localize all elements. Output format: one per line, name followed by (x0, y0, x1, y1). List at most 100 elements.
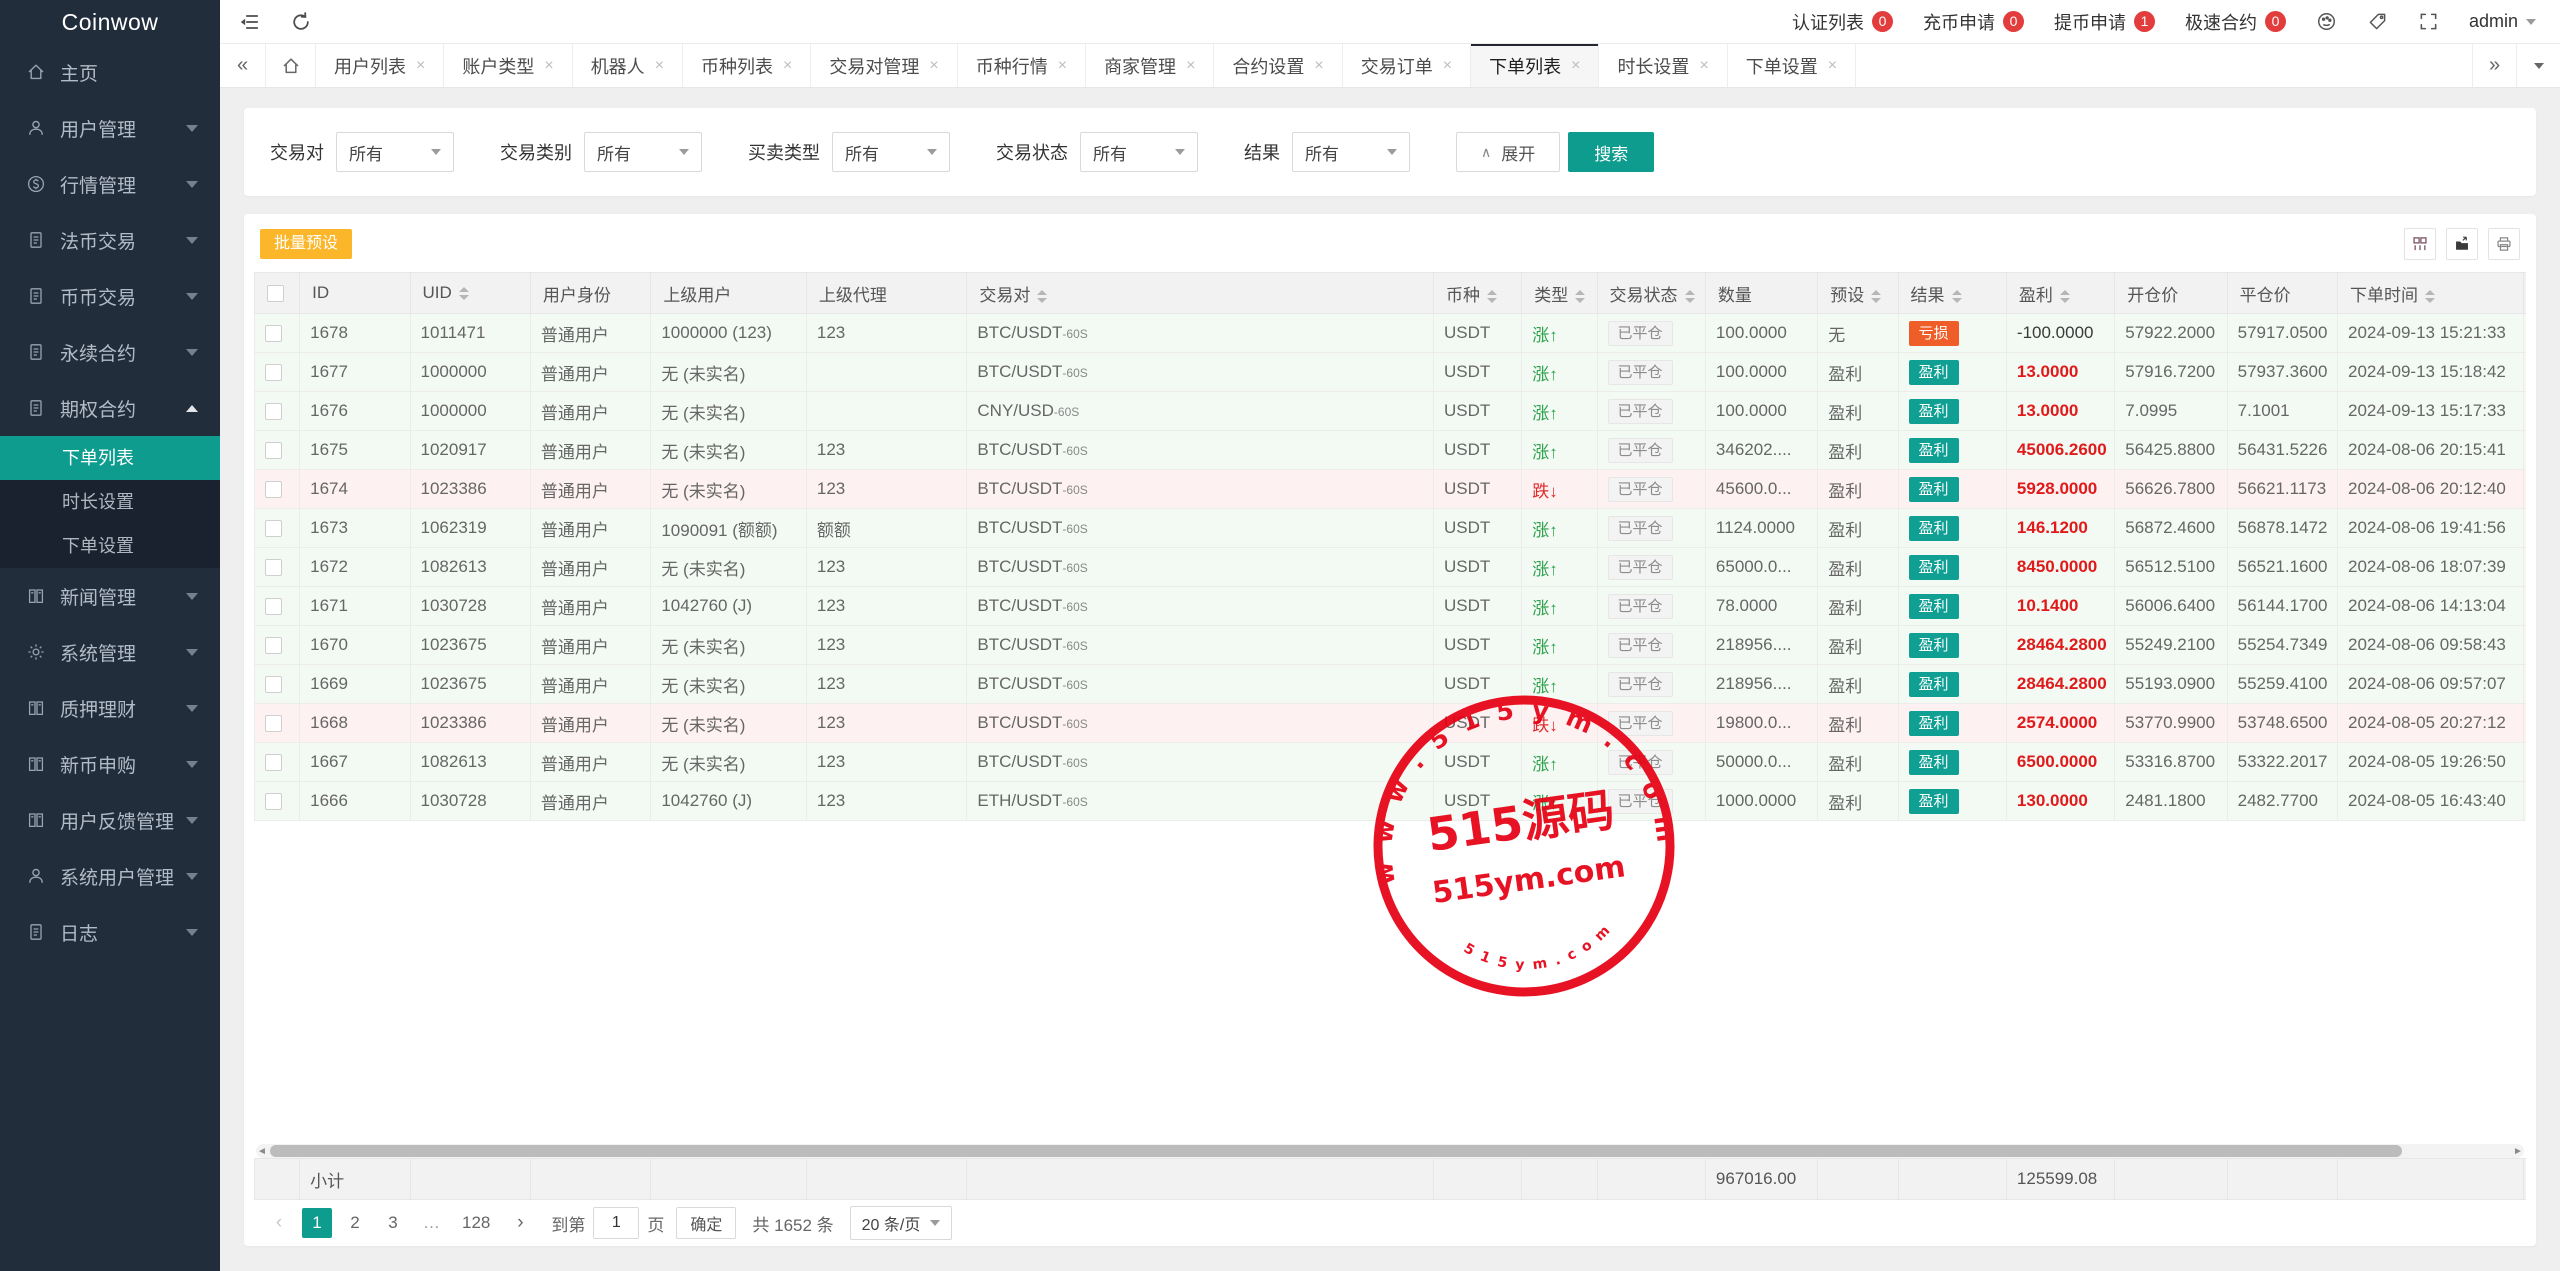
column-header-profit[interactable]: 盈利 (2006, 273, 2114, 314)
pagination-page-2[interactable]: 2 (340, 1208, 370, 1238)
sidebar-item-market-mgmt[interactable]: 行情管理 (0, 156, 220, 212)
row-checkbox[interactable] (265, 559, 282, 576)
sidebar-item-options[interactable]: 期权合约 (0, 380, 220, 436)
sidebar-item-sys-user-mgmt[interactable]: 系统用户管理 (0, 848, 220, 904)
quicklink-deposit-requests[interactable]: 充币申请0 (1923, 9, 2024, 35)
sort-icon[interactable] (2060, 290, 2070, 303)
tabs-scroll-left-icon[interactable]: « (220, 44, 266, 87)
export-button[interactable] (2446, 228, 2478, 260)
scroll-right-arrow-icon[interactable]: ► (2512, 1144, 2524, 1158)
sidebar-subitem-order-setting[interactable]: 下单设置 (0, 524, 220, 568)
sidebar-item-news-mgmt[interactable]: 新闻管理 (0, 568, 220, 624)
tab-商家管理[interactable]: 商家管理× (1086, 44, 1214, 87)
tab-close-icon[interactable]: × (1186, 57, 1195, 75)
row-checkbox[interactable] (265, 364, 282, 381)
tab-close-icon[interactable]: × (929, 57, 938, 75)
pagination-page-3[interactable]: 3 (378, 1208, 408, 1238)
goto-confirm-button[interactable]: 确定 (676, 1207, 736, 1239)
horizontal-scrollbar-thumb[interactable] (270, 1145, 2402, 1157)
tab-close-icon[interactable]: × (1314, 57, 1323, 75)
row-checkbox[interactable] (265, 481, 282, 498)
theme-palette-icon[interactable] (2316, 11, 2337, 32)
expand-filters-button[interactable]: ∧展开 (1456, 132, 1560, 172)
horizontal-scrollbar[interactable]: ◄ ► (256, 1144, 2524, 1158)
tab-close-icon[interactable]: × (1058, 57, 1067, 75)
quicklink-withdraw-requests[interactable]: 提币申请1 (2054, 9, 2155, 35)
sidebar-subitem-duration-setting[interactable]: 时长设置 (0, 480, 220, 524)
row-checkbox[interactable] (265, 442, 282, 459)
filter-select-pair[interactable]: 所有 (336, 132, 454, 172)
print-button[interactable] (2488, 228, 2520, 260)
row-checkbox[interactable] (265, 637, 282, 654)
tab-交易订单[interactable]: 交易订单× (1343, 44, 1471, 87)
sidebar-item-perpetual[interactable]: 永续合约 (0, 324, 220, 380)
sidebar-item-staking[interactable]: 质押理财 (0, 680, 220, 736)
tag-icon[interactable] (2367, 11, 2388, 32)
column-header-type[interactable]: 类型 (1522, 273, 1597, 314)
page-size-select[interactable]: 20 条/页 (850, 1206, 953, 1240)
tab-close-icon[interactable]: × (1443, 57, 1452, 75)
sidebar-item-home[interactable]: 主页 (0, 44, 220, 100)
column-header-preset[interactable]: 预设 (1818, 273, 1898, 314)
goto-page-input[interactable] (593, 1207, 639, 1239)
sort-icon[interactable] (1487, 290, 1497, 303)
sidebar-item-feedback-mgmt[interactable]: 用户反馈管理 (0, 792, 220, 848)
column-header-status[interactable]: 交易状态 (1597, 273, 1705, 314)
search-button[interactable]: 搜索 (1568, 132, 1654, 172)
tab-close-icon[interactable]: × (416, 57, 425, 75)
row-checkbox[interactable] (265, 715, 282, 732)
filter-select-result[interactable]: 所有 (1292, 132, 1410, 172)
tab-币种行情[interactable]: 币种行情× (958, 44, 1086, 87)
tab-币种列表[interactable]: 币种列表× (683, 44, 811, 87)
row-checkbox[interactable] (265, 403, 282, 420)
column-header-time[interactable]: 下单时间 (2338, 273, 2524, 314)
collapse-sidebar-icon[interactable] (238, 11, 260, 33)
tab-close-icon[interactable]: × (1828, 57, 1837, 75)
pagination-page-1[interactable]: 1 (302, 1208, 332, 1238)
tab-close-icon[interactable]: × (1699, 57, 1708, 75)
filter-select-buy-sell-type[interactable]: 所有 (832, 132, 950, 172)
home-tab[interactable] (266, 44, 316, 87)
sidebar-item-logs[interactable]: 日志 (0, 904, 220, 960)
tab-时长设置[interactable]: 时长设置× (1599, 44, 1727, 87)
sidebar-item-system-mgmt[interactable]: 系统管理 (0, 624, 220, 680)
tab-合约设置[interactable]: 合约设置× (1214, 44, 1342, 87)
quicklink-auth-list[interactable]: 认证列表0 (1792, 9, 1893, 35)
tab-close-icon[interactable]: × (655, 57, 664, 75)
select-all-checkbox[interactable] (267, 285, 284, 302)
tab-close-icon[interactable]: × (544, 57, 553, 75)
row-checkbox[interactable] (265, 520, 282, 537)
sort-icon[interactable] (1952, 290, 1962, 303)
column-header-uid[interactable]: UID (410, 273, 530, 314)
quicklink-fast-contract[interactable]: 极速合约0 (2185, 9, 2286, 35)
scroll-left-arrow-icon[interactable]: ◄ (256, 1144, 268, 1158)
sort-icon[interactable] (2425, 290, 2435, 303)
tab-close-icon[interactable]: × (1571, 57, 1580, 75)
row-checkbox[interactable] (265, 676, 282, 693)
sort-icon[interactable] (1871, 290, 1881, 303)
sidebar-subitem-order-list[interactable]: 下单列表 (0, 436, 220, 480)
sort-icon[interactable] (1685, 290, 1695, 303)
fullscreen-icon[interactable] (2418, 11, 2439, 32)
filter-select-trade-status[interactable]: 所有 (1080, 132, 1198, 172)
row-checkbox[interactable] (265, 325, 282, 342)
sort-icon[interactable] (1575, 290, 1585, 303)
sidebar-item-fiat-trade[interactable]: 法币交易 (0, 212, 220, 268)
column-header-coin[interactable]: 币种 (1434, 273, 1522, 314)
filter-select-trade-category[interactable]: 所有 (584, 132, 702, 172)
sort-icon[interactable] (459, 287, 469, 300)
filter-columns-button[interactable] (2404, 228, 2436, 260)
batch-preset-button[interactable]: 批量预设 (260, 229, 352, 259)
sidebar-item-spot-trade[interactable]: 币币交易 (0, 268, 220, 324)
column-header-pair[interactable]: 交易对 (967, 273, 1434, 314)
row-checkbox[interactable] (265, 754, 282, 771)
tabs-scroll-right-icon[interactable]: » (2472, 44, 2516, 87)
row-checkbox[interactable] (265, 793, 282, 810)
sidebar-item-user-mgmt[interactable]: 用户管理 (0, 100, 220, 156)
refresh-icon[interactable] (290, 11, 312, 33)
tab-用户列表[interactable]: 用户列表× (316, 44, 444, 87)
row-checkbox[interactable] (265, 598, 282, 615)
tab-机器人[interactable]: 机器人× (573, 44, 683, 87)
column-header-result[interactable]: 结果 (1898, 273, 2006, 314)
tab-close-icon[interactable]: × (783, 57, 792, 75)
